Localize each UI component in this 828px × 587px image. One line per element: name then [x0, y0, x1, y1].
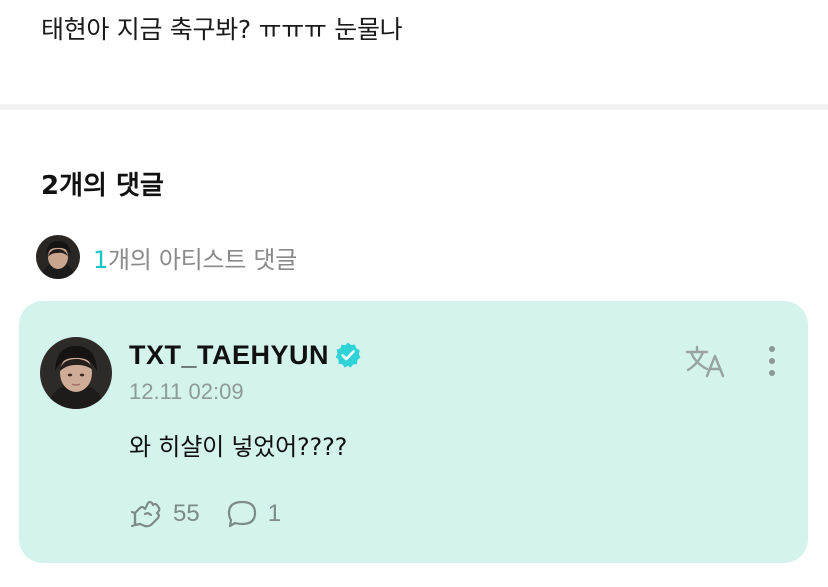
username[interactable]: TXT_TAEHYUN [129, 340, 329, 371]
reply-button[interactable]: 1 [226, 499, 281, 529]
user-avatar[interactable] [40, 337, 112, 409]
comment-body: 와 히샬이 넣었어???? [129, 433, 348, 461]
reply-count: 1 [267, 500, 282, 527]
comment-timestamp: 12.11 02:09 [129, 379, 244, 404]
translate-icon[interactable] [685, 343, 729, 379]
username-row: TXT_TAEHYUN [129, 337, 362, 373]
like-button[interactable]: 55 [129, 499, 200, 529]
section-divider [0, 104, 828, 110]
comment-bubble-icon [226, 499, 258, 529]
artist-comments-label: 1개의 아티스트 댓글 [93, 240, 297, 275]
more-vertical-icon[interactable] [757, 343, 787, 379]
artist-comment-card: TXT_TAEHYUN 12.11 02:09 와 히샬이 넣었어???? 55… [19, 301, 808, 563]
cheer-icon [129, 499, 163, 529]
artist-comment-count: 1 [93, 245, 108, 274]
artist-avatar [36, 235, 80, 279]
post-text: 태현아 지금 축구봐? ㅠㅠㅠ 눈물나 [41, 15, 403, 44]
comment-count-heading: 2개의 댓글 [41, 171, 164, 201]
like-count: 55 [173, 500, 200, 527]
verified-badge-icon [334, 341, 362, 369]
artist-comment-text: 개의 아티스트 댓글 [107, 245, 297, 274]
comment-actions: 55 1 [129, 497, 307, 531]
artist-comments-filter[interactable]: 1개의 아티스트 댓글 [36, 235, 297, 279]
